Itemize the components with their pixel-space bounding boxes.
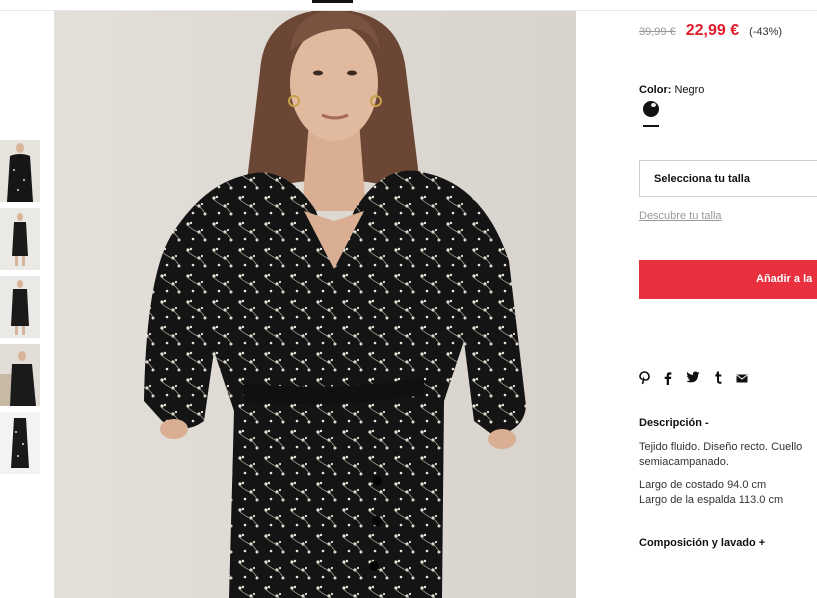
price-block: 39,99 € 22,99 € (-43%) (639, 22, 782, 40)
size-select[interactable]: Selecciona tu talla (639, 160, 817, 197)
product-info-panel: 39,99 € 22,99 € (-43%) Color: Negro Sele… (639, 0, 817, 598)
pinterest-icon[interactable] (639, 371, 650, 387)
thumbnail-2[interactable] (0, 208, 40, 270)
thumbnail-1[interactable] (0, 140, 40, 202)
thumbnail-4[interactable] (0, 344, 40, 406)
description-toggle[interactable]: Descripción - (639, 417, 709, 429)
color-label: Color: (639, 84, 672, 96)
composition-toggle[interactable]: Composición y lavado + (639, 537, 765, 549)
color-value: Negro (674, 84, 705, 96)
share-icons (639, 371, 762, 387)
header-active-indicator (312, 0, 353, 3)
measure-back: Largo de la espalda 113.0 cm (639, 494, 784, 506)
color-swatch-negro[interactable] (643, 101, 659, 117)
twitter-icon[interactable] (686, 371, 700, 387)
discount-badge: (-43%) (749, 26, 783, 38)
size-guide-link[interactable]: Descubre tu talla (639, 210, 722, 222)
product-main-image (54, 11, 576, 598)
thumbnail-3[interactable] (0, 276, 40, 338)
selected-swatch-indicator (643, 125, 659, 127)
thumbnail-gallery (0, 140, 40, 480)
description-text: Tejido fluido. Diseño recto. Cuello semi… (639, 441, 803, 468)
sale-price: 22,99 € (685, 22, 740, 39)
thumbnail-5[interactable] (0, 412, 40, 474)
email-icon[interactable] (736, 371, 748, 387)
color-label-row: Color: Negro (639, 84, 704, 96)
old-price: 39,99 € (639, 26, 676, 38)
add-to-cart-button[interactable]: Añadir a la (639, 260, 817, 299)
measure-side: Largo de costado 94.0 cm (639, 479, 767, 491)
tumblr-icon[interactable] (714, 371, 722, 387)
facebook-icon[interactable] (664, 371, 672, 387)
